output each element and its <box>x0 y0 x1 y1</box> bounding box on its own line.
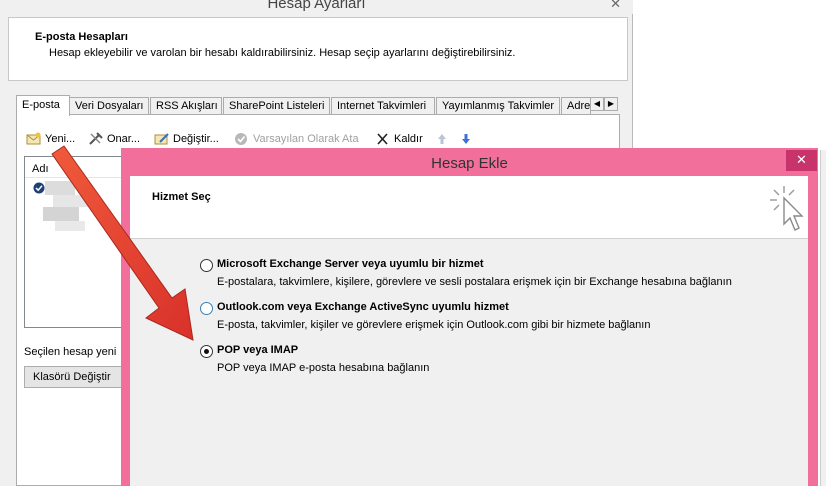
set-default-label: Varsayılan Olarak Ata <box>253 133 359 145</box>
move-down-icon <box>460 132 476 146</box>
remove-x-icon <box>375 132 391 146</box>
tab-rss-feeds[interactable]: RSS Akışları <box>150 97 222 115</box>
move-down-button[interactable] <box>460 131 479 147</box>
tab-scroll-right-icon[interactable]: ▶ <box>604 97 618 111</box>
new-account-label: Yeni... <box>45 133 76 145</box>
account-settings-title: Hesap Ayarları <box>267 0 366 12</box>
pop-imap-option-title: POP veya IMAP <box>217 344 299 356</box>
pop-imap-option[interactable]: POP veya IMAP POP veya IMAP e-posta hesa… <box>200 343 760 379</box>
remove-label: Kaldır <box>394 133 423 145</box>
default-account-check-icon <box>33 182 45 197</box>
tab-internet-calendars[interactable]: Internet Takvimleri <box>331 97 435 115</box>
email-accounts-description: Hesap ekleyebilir ve varolan bir hesabı … <box>49 47 516 59</box>
new-account-button[interactable]: Yeni... <box>26 131 75 147</box>
add-account-body: Microsoft Exchange Server veya uyumlu bi… <box>130 239 808 486</box>
change-icon <box>154 132 170 146</box>
settings-tabs: E-posta Veri Dosyaları RSS Akışları Shar… <box>16 95 620 116</box>
exchange-radio[interactable] <box>200 259 213 272</box>
selected-account-text: Seçilen hesap yeni <box>24 346 117 358</box>
exchange-option-title: Microsoft Exchange Server veya uyumlu bi… <box>217 258 484 270</box>
repair-icon <box>88 132 104 146</box>
move-up-icon <box>436 132 452 146</box>
tab-address-books[interactable]: Adre <box>561 97 591 115</box>
account-list-divider <box>25 177 123 178</box>
remove-button[interactable]: Kaldır <box>375 131 423 147</box>
blurred-account-name <box>45 181 75 195</box>
add-account-close-icon[interactable]: ✕ <box>786 150 817 171</box>
set-default-button[interactable]: Varsayılan Olarak Ata <box>234 131 359 147</box>
account-list-name-header[interactable]: Adı <box>32 163 49 175</box>
exchange-option-description: E-postalara, takvimlere, kişilere, görev… <box>217 276 732 288</box>
blurred-account-name <box>55 221 85 231</box>
change-folder-button[interactable]: Klasörü Değiştir <box>24 366 122 388</box>
email-accounts-title: E-posta Hesapları <box>35 31 128 43</box>
add-account-title: Hesap Ekle <box>431 155 508 172</box>
tab-scroll-left-icon[interactable]: ◀ <box>590 97 604 111</box>
outlook-com-option[interactable]: Outlook.com veya Exchange ActiveSync uyu… <box>200 300 760 336</box>
background-window-edge <box>820 150 826 486</box>
account-list[interactable]: Adı <box>24 156 124 328</box>
exchange-option[interactable]: Microsoft Exchange Server veya uyumlu bi… <box>200 257 760 293</box>
blurred-account-name <box>53 195 93 207</box>
cursor-sparkle-icon <box>770 184 808 236</box>
tab-email[interactable]: E-posta <box>16 95 70 116</box>
new-account-icon <box>26 132 42 146</box>
tab-sharepoint-lists[interactable]: SharePoint Listeleri <box>223 97 330 115</box>
email-accounts-header: E-posta Hesapları Hesap ekleyebilir ve v… <box>8 17 628 81</box>
tab-data-files[interactable]: Veri Dosyaları <box>69 97 149 115</box>
pop-imap-radio[interactable] <box>200 345 213 358</box>
change-button[interactable]: Değiştir... <box>154 131 219 147</box>
blurred-account-name <box>43 207 79 221</box>
pop-imap-option-description: POP veya IMAP e-posta hesabına bağlanın <box>217 362 430 374</box>
change-label: Değiştir... <box>173 133 219 145</box>
move-up-button[interactable] <box>436 131 455 147</box>
add-account-header: Hizmet Seç <box>130 176 808 239</box>
checkmark-icon <box>234 132 250 146</box>
account-settings-titlebar: Hesap Ayarları ✕ <box>0 0 633 14</box>
tab-published-calendars[interactable]: Yayımlanmış Takvimler <box>436 97 560 115</box>
outlook-com-option-description: E-posta, takvimler, kişiler ve görevlere… <box>217 319 651 331</box>
repair-button[interactable]: Onar... <box>88 131 140 147</box>
repair-label: Onar... <box>107 133 141 145</box>
account-settings-close-icon[interactable]: ✕ <box>610 0 621 12</box>
outlook-com-radio[interactable] <box>200 302 213 315</box>
choose-service-title: Hizmet Seç <box>152 191 211 203</box>
add-account-dialog: Hesap Ekle ✕ Hizmet Seç Microsoft Exchan… <box>121 148 818 486</box>
outlook-com-option-title: Outlook.com veya Exchange ActiveSync uyu… <box>217 301 509 313</box>
